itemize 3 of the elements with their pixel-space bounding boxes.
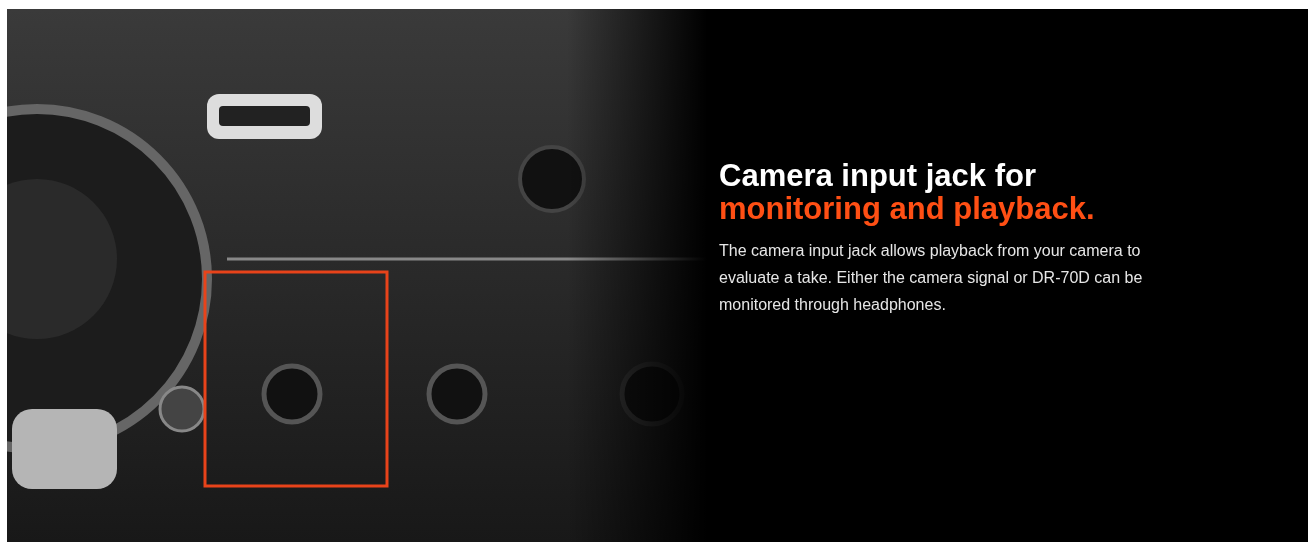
feature-description: The camera input jack allows playback from your camera to evaluate a take. Either the camera signal or DR-70D can be monitored through headphones.	[719, 241, 1144, 315]
feature-title-highlight: monitoring and playback.	[719, 192, 1096, 225]
feature-title: Camera input jack for	[719, 159, 1037, 192]
